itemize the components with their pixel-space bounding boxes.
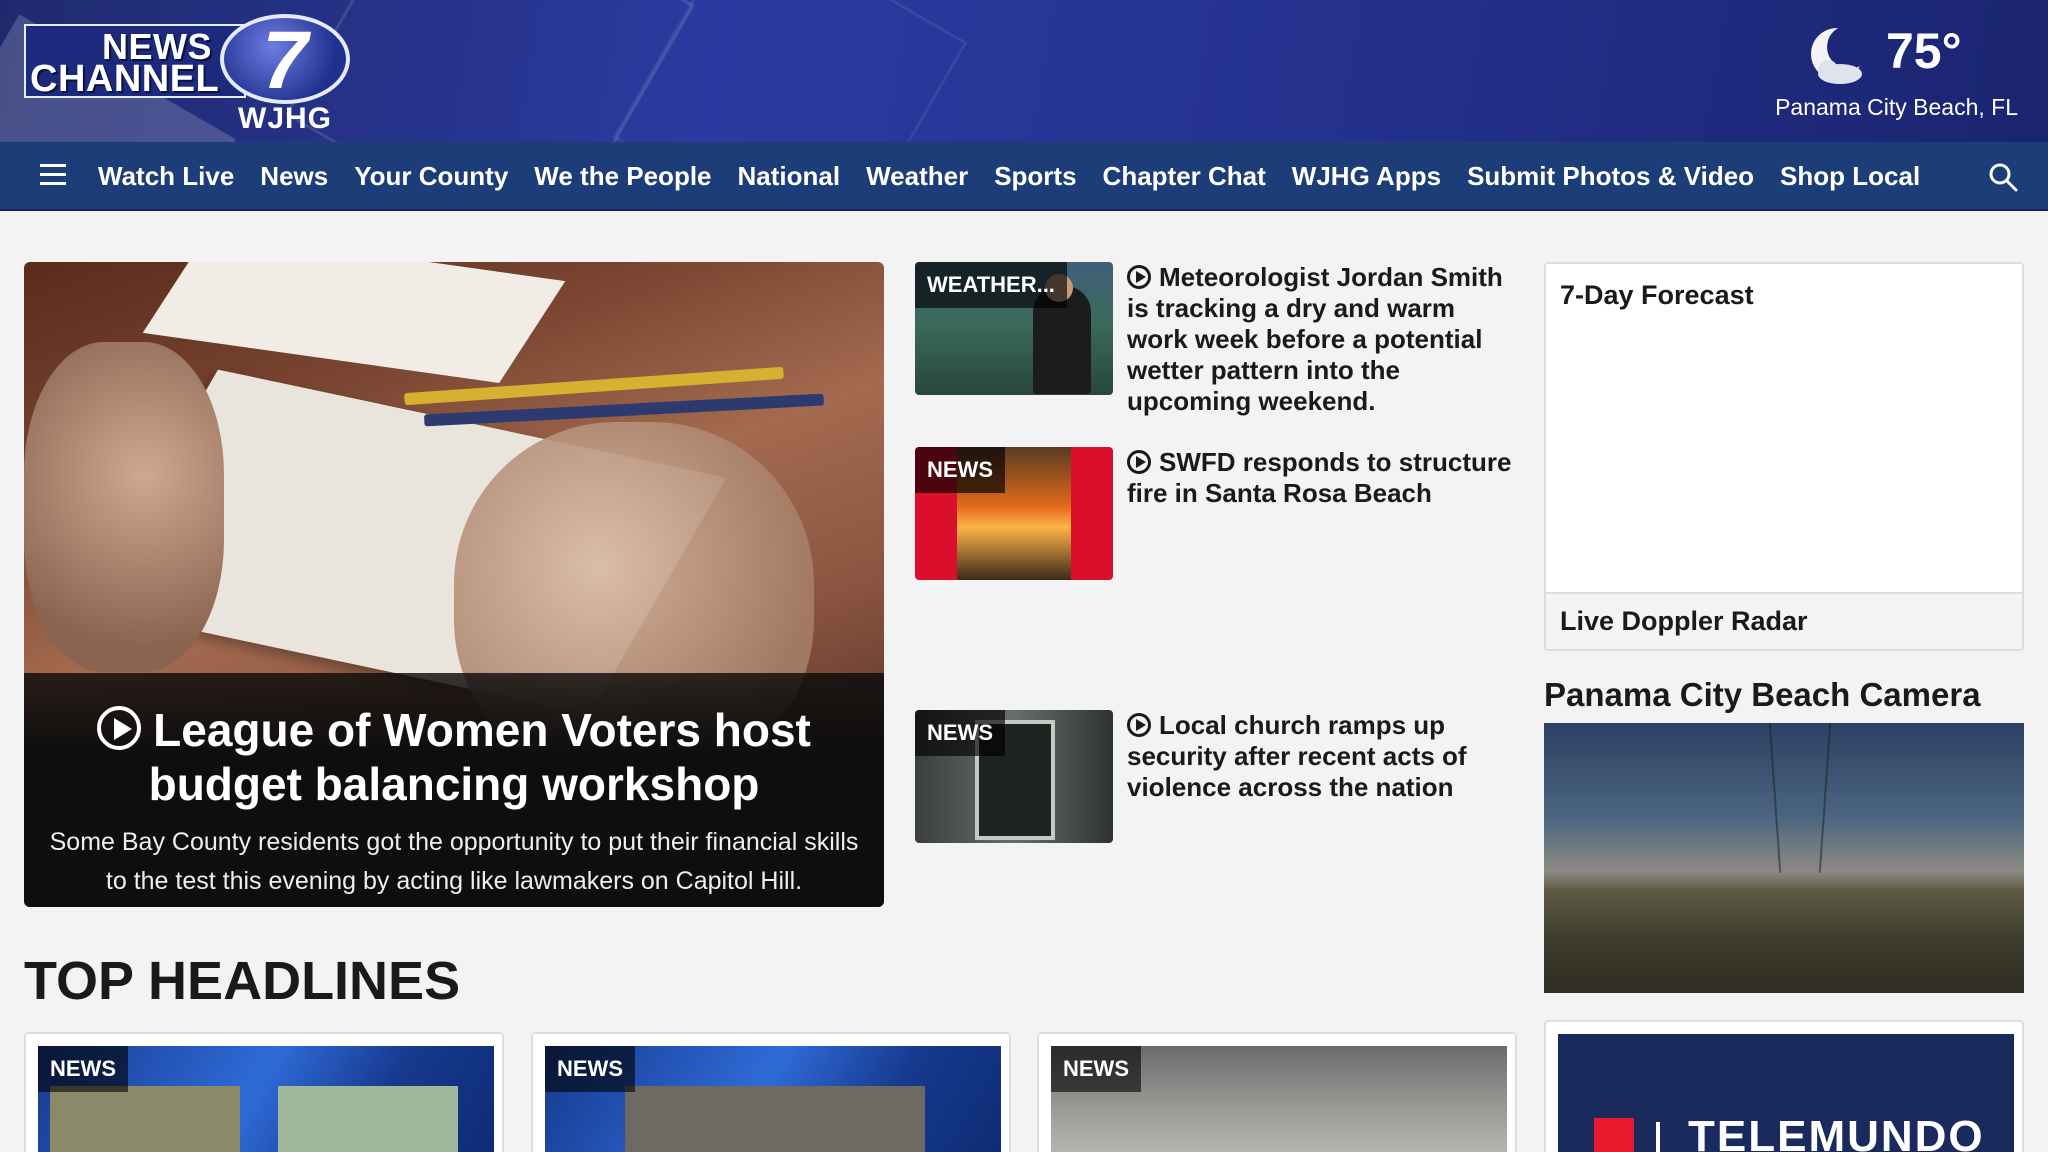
hero-caption: League of Women Voters host budget balan…: [24, 673, 884, 907]
story-tag: WEATHER...: [915, 262, 1067, 308]
station-logo[interactable]: NEWS CHANNEL 7 WJHG: [24, 14, 354, 135]
telemundo-banner[interactable]: TELEMUNDO: [1558, 1034, 2014, 1152]
play-circle-icon: [1127, 450, 1151, 474]
story-tag: NEWS: [915, 710, 1005, 756]
story-headline[interactable]: SWFD responds to structure fire in Santa…: [1127, 447, 1511, 508]
card-tag: NEWS: [38, 1046, 128, 1092]
current-temperature: 75°: [1886, 23, 1962, 79]
story-thumbnail[interactable]: NEWS: [915, 447, 1113, 580]
divider: [1656, 1122, 1660, 1152]
nav-item-we-the-people[interactable]: We the People: [534, 161, 711, 192]
cam-power-line: [1818, 723, 1832, 873]
hero-image-hand: [24, 342, 224, 672]
play-circle-icon: [97, 706, 142, 750]
nav-item-submit-photos-video[interactable]: Submit Photos & Video: [1467, 161, 1754, 192]
story-item[interactable]: NEWS SWFD responds to structure fire in …: [915, 447, 1515, 587]
story-thumbnail[interactable]: NEWS: [915, 710, 1113, 843]
camera-title[interactable]: Panama City Beach Camera: [1544, 676, 1981, 714]
play-circle-icon: [1127, 265, 1151, 289]
nav-item-chapter-chat[interactable]: Chapter Chat: [1103, 161, 1266, 192]
masthead: NEWS CHANNEL 7 WJHG 75° Panama City Beac…: [0, 0, 2048, 142]
seven-day-forecast-widget[interactable]: 7-Day Forecast Live Doppler Radar: [1544, 262, 2024, 651]
card-photo: [625, 1086, 925, 1152]
card-photo: [50, 1086, 240, 1152]
headline-card[interactable]: NEWS: [24, 1032, 504, 1152]
nav-item-weather[interactable]: Weather: [866, 161, 968, 192]
moon-cloud-icon: [1810, 27, 1862, 84]
search-icon[interactable]: [1988, 162, 2018, 192]
hero-image-paper: [142, 262, 566, 383]
story-headline-wrap[interactable]: Meteorologist Jordan Smith is tracking a…: [1127, 262, 1517, 417]
headline-card[interactable]: NEWS: [531, 1032, 1011, 1152]
nav-item-wjhg-apps[interactable]: WJHG Apps: [1292, 161, 1441, 192]
nav-item-watch-live[interactable]: Watch Live: [98, 161, 234, 192]
story-headline[interactable]: Meteorologist Jordan Smith is tracking a…: [1127, 262, 1503, 416]
story-item[interactable]: WEATHER... Meteorologist Jordan Smith is…: [915, 262, 1515, 422]
nav-item-shop-local[interactable]: Shop Local: [1780, 161, 1920, 192]
cam-power-line: [1768, 723, 1782, 873]
logo-line-channel: CHANNEL: [30, 58, 220, 100]
telemundo-wordmark: TELEMUNDO: [1688, 1112, 1985, 1152]
logo-callsign: WJHG: [238, 102, 332, 135]
logo-seven: 7: [220, 14, 350, 104]
beach-camera-image[interactable]: [1544, 723, 2024, 993]
main-navigation: Watch Live News Your County We the Peopl…: [0, 142, 2048, 211]
card-tag: NEWS: [545, 1046, 635, 1092]
play-circle-icon: [1127, 713, 1151, 737]
story-thumbnail[interactable]: WEATHER...: [915, 262, 1113, 395]
story-headline[interactable]: Local church ramps up security after rec…: [1127, 710, 1467, 802]
radar-label: Live Doppler Radar: [1560, 606, 1808, 636]
headline-card[interactable]: NEWS: [1037, 1032, 1517, 1152]
nav-item-sports[interactable]: Sports: [994, 161, 1076, 192]
card-tag: NEWS: [1051, 1046, 1141, 1092]
hero-title-wrap[interactable]: League of Women Voters host budget balan…: [46, 703, 862, 811]
top-headlines-title: TOP HEADLINES: [24, 951, 461, 1011]
story-headline-wrap[interactable]: Local church ramps up security after rec…: [1127, 710, 1517, 803]
forecast-title: 7-Day Forecast: [1560, 280, 1754, 310]
weather-location: Panama City Beach, FL: [1775, 94, 2018, 120]
story-item[interactable]: NEWS Local church ramps up security afte…: [915, 710, 1515, 850]
nav-item-news[interactable]: News: [260, 161, 328, 192]
telemundo-logo-icon: [1594, 1118, 1634, 1152]
current-weather[interactable]: 75° Panama City Beach, FL: [1758, 20, 2018, 120]
hero-summary: Some Bay County residents got the opport…: [49, 828, 859, 895]
card-photo: [278, 1086, 458, 1152]
live-doppler-radar-link[interactable]: Live Doppler Radar: [1546, 592, 2022, 649]
nav-item-national[interactable]: National: [738, 161, 841, 192]
story-headline-wrap[interactable]: SWFD responds to structure fire in Santa…: [1127, 447, 1517, 509]
story-tag: NEWS: [915, 447, 1005, 493]
hero-title[interactable]: League of Women Voters host budget balan…: [149, 704, 811, 810]
nav-items: Watch Live News Your County We the Peopl…: [98, 142, 1946, 211]
hero-story[interactable]: League of Women Voters host budget balan…: [24, 262, 884, 907]
hamburger-menu-icon[interactable]: [40, 164, 66, 186]
nav-item-your-county[interactable]: Your County: [354, 161, 508, 192]
telemundo-promo[interactable]: TELEMUNDO: [1544, 1020, 2024, 1152]
